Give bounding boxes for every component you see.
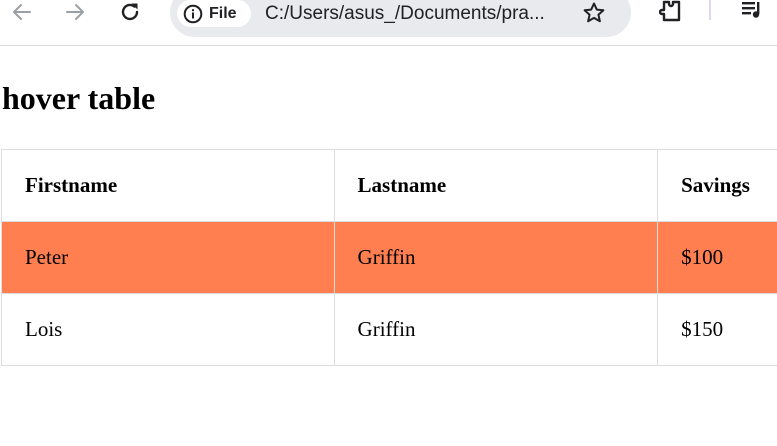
- reload-button[interactable]: [116, 0, 144, 24]
- address-bar[interactable]: File C:/Users/asus_/Documents/pra...: [170, 0, 631, 37]
- bookmark-button[interactable]: [582, 1, 606, 30]
- table-header-row: Firstname Lastname Savings: [1, 149, 777, 222]
- media-control-button[interactable]: [738, 0, 766, 24]
- page-title: hover table: [2, 80, 156, 116]
- cell-lastname: Griffin: [333, 221, 659, 294]
- reload-icon: [121, 3, 139, 21]
- url-text[interactable]: C:/Users/asus_/Documents/pra...: [265, 0, 545, 27]
- cell-savings: $150: [657, 293, 777, 366]
- toolbar-divider: [709, 0, 711, 20]
- cell-firstname: Lois: [1, 293, 335, 366]
- header-savings: Savings: [657, 149, 777, 222]
- header-lastname: Lastname: [333, 149, 659, 222]
- puzzle-icon: [659, 0, 681, 22]
- info-icon: [183, 4, 203, 23]
- cell-firstname: Peter: [1, 221, 335, 294]
- back-button[interactable]: [8, 0, 36, 24]
- media-control-icon: [742, 2, 760, 18]
- site-info-chip[interactable]: File: [177, 0, 251, 27]
- savings-table: Firstname Lastname Savings Peter Griffin…: [1, 149, 777, 366]
- table-row[interactable]: Lois Griffin $150: [1, 293, 777, 366]
- extensions-button[interactable]: [657, 0, 685, 24]
- cell-savings: $100: [657, 221, 777, 294]
- browser-toolbar: File C:/Users/asus_/Documents/pra...: [0, 0, 777, 46]
- forward-button[interactable]: [61, 0, 89, 24]
- arrow-left-icon: [13, 4, 31, 20]
- table-row[interactable]: Peter Griffin $100: [1, 221, 777, 294]
- arrow-right-icon: [66, 4, 84, 20]
- header-firstname: Firstname: [1, 149, 335, 222]
- star-icon: [583, 2, 605, 23]
- site-info-label: File: [209, 4, 237, 22]
- cell-lastname: Griffin: [333, 293, 659, 366]
